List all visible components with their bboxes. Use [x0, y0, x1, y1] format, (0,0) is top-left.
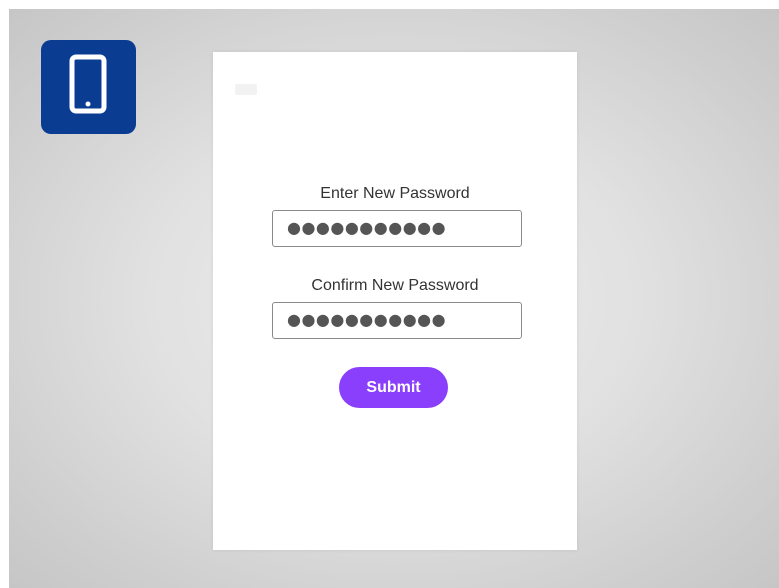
new-password-masked-value: ●●●●●●●●●●● [287, 218, 447, 237]
new-password-label: Enter New Password [320, 185, 470, 202]
smartphone-icon [69, 54, 107, 114]
new-password-input[interactable]: ●●●●●●●●●●● [272, 210, 522, 247]
faint-logo-icon [235, 84, 257, 95]
confirm-password-input[interactable]: ●●●●●●●●●●● [272, 302, 522, 339]
smartphone-badge [41, 40, 136, 134]
screen: Enter New Password ●●●●●●●●●●● Confirm N… [0, 0, 779, 588]
reset-password-card: Enter New Password ●●●●●●●●●●● Confirm N… [213, 52, 577, 550]
confirm-password-masked-value: ●●●●●●●●●●● [287, 310, 447, 329]
submit-button[interactable]: Submit [339, 367, 448, 408]
confirm-password-label: Confirm New Password [311, 277, 479, 294]
